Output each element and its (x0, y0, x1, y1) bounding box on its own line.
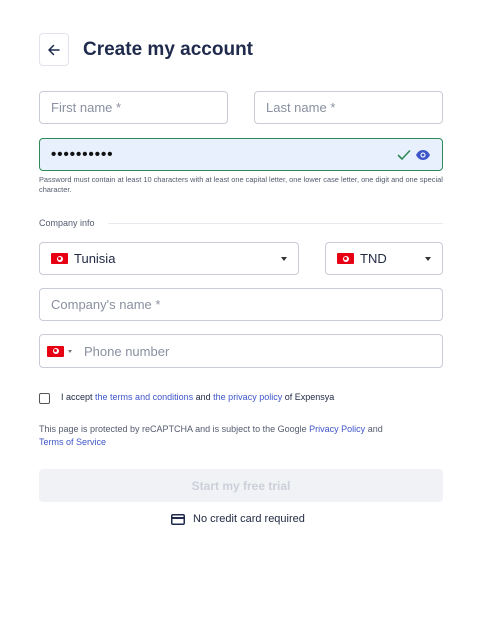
terms-suffix: of Expensya (284, 392, 335, 402)
eye-icon[interactable] (415, 149, 431, 161)
terms-text: I accept the terms and conditions and th… (61, 392, 334, 402)
phone-input[interactable] (84, 343, 431, 359)
page-title: Create my account (83, 39, 254, 60)
tunisia-flag-icon (47, 345, 64, 357)
chevron-down-icon (281, 256, 287, 261)
privacy-link[interactable]: the privacy policy (213, 392, 282, 402)
terms-prefix: I accept (61, 392, 93, 402)
google-tos-link[interactable]: Terms of Service (39, 437, 106, 447)
phone-country-selector[interactable] (47, 345, 72, 357)
password-input[interactable]: •••••••••• (51, 146, 114, 163)
section-divider (108, 223, 443, 224)
password-field[interactable]: •••••••••• (39, 138, 443, 171)
back-button[interactable] (39, 33, 69, 66)
currency-value: TND (360, 251, 387, 266)
company-info-label: Company info (39, 218, 95, 228)
checkmark-icon (397, 149, 411, 160)
tunisia-flag-icon (337, 253, 354, 264)
terms-and: and (195, 392, 211, 402)
recaptcha-notice: This page is protected by reCAPTCHA and … (39, 423, 439, 449)
no-credit-card-note: No credit card required (171, 513, 305, 525)
password-hint: Password must contain at least 10 charac… (39, 175, 443, 194)
no-credit-card-text: No credit card required (193, 513, 305, 525)
country-value: Tunisia (74, 251, 116, 266)
last-name-input[interactable] (266, 100, 431, 115)
recaptcha-and: and (367, 424, 383, 434)
recaptcha-text: This page is protected by reCAPTCHA and … (39, 424, 307, 434)
company-name-field[interactable] (39, 288, 443, 321)
currency-select[interactable]: TND (325, 242, 443, 275)
arrow-left-icon (48, 44, 60, 55)
phone-field[interactable] (39, 334, 443, 368)
tunisia-flag-icon (51, 253, 68, 264)
start-trial-button[interactable]: Start my free trial (39, 469, 443, 502)
company-name-input[interactable] (51, 297, 431, 312)
chevron-down-icon (68, 349, 72, 353)
terms-checkbox[interactable] (39, 393, 50, 404)
country-select[interactable]: Tunisia (39, 242, 299, 275)
google-privacy-link[interactable]: Privacy Policy (309, 424, 365, 434)
terms-link[interactable]: the terms and conditions (95, 392, 193, 402)
chevron-down-icon (425, 256, 431, 261)
credit-card-icon (171, 513, 185, 525)
first-name-field[interactable] (39, 91, 228, 124)
first-name-input[interactable] (51, 100, 216, 115)
last-name-field[interactable] (254, 91, 443, 124)
